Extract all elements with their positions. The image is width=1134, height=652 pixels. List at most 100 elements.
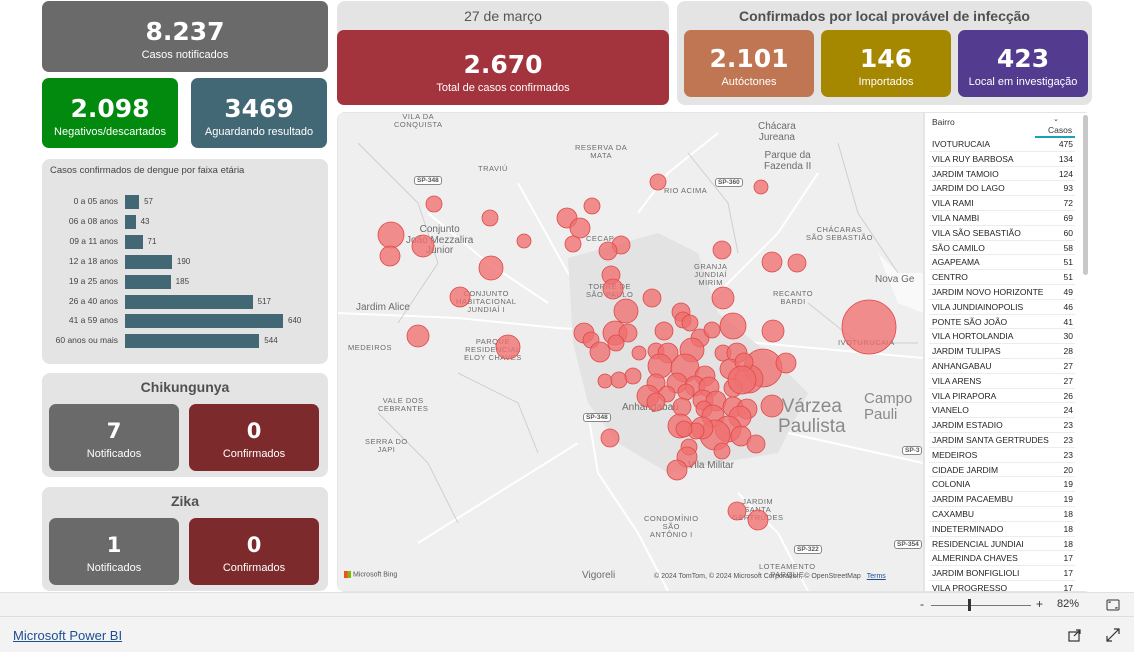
col-header-bairro[interactable]: Bairro: [932, 117, 955, 127]
table-row[interactable]: CIDADE JARDIM 20: [929, 463, 1075, 478]
chik-notified-card[interactable]: 7 Notificados: [49, 404, 179, 471]
table-row[interactable]: SÃO CAMILO 58: [929, 241, 1075, 256]
row-bairro: VIANELO: [932, 405, 969, 416]
table-row[interactable]: VILA SÃO SEBASTIÃO 60: [929, 226, 1075, 241]
importados-card[interactable]: 146 Importados: [821, 30, 951, 97]
zoom-out-button[interactable]: -: [920, 597, 924, 611]
place-ivoturucaia: IVOTURUCAIA: [838, 338, 895, 347]
table-row[interactable]: PONTE SÃO JOÃO 41: [929, 315, 1075, 330]
table-row[interactable]: JARDIM SANTA GERTRUDES 23: [929, 433, 1075, 448]
bar-mark[interactable]: [125, 254, 172, 269]
investigacao-card[interactable]: 423 Local em investigação: [958, 30, 1088, 97]
fit-page-icon[interactable]: [1106, 599, 1120, 611]
bar-value-label: 517: [257, 296, 271, 306]
bar-mark[interactable]: [125, 334, 260, 349]
sort-desc-icon[interactable]: ⌄: [1053, 115, 1059, 123]
row-casos: 26: [1063, 390, 1073, 401]
table-row[interactable]: JARDIM TULIPAS 28: [929, 344, 1075, 359]
table-row[interactable]: CAXAMBU 18: [929, 507, 1075, 522]
zoom-in-button[interactable]: +: [1036, 597, 1043, 611]
zika-panel: Zika 1 Notificados 0 Confirmados: [42, 487, 328, 591]
row-casos: 23: [1063, 435, 1073, 445]
confirmed-value: 2.670: [463, 50, 543, 79]
bar-row[interactable]: 26 a 40 anos 517: [42, 294, 328, 309]
table-row[interactable]: VILA PROGRESSO 17: [929, 581, 1075, 591]
bar-row[interactable]: 41 a 59 anos 640: [42, 314, 328, 329]
place-parque-fazenda: Parque da Fazenda II: [764, 150, 812, 172]
table-row[interactable]: JARDIM PACAEMBU 19: [929, 492, 1075, 507]
col-header-casos[interactable]: Casos: [1048, 125, 1072, 135]
table-row[interactable]: INDETERMINADO 18: [929, 522, 1075, 537]
table-row[interactable]: MEDEIROS 23: [929, 448, 1075, 463]
chik-confirmed-card[interactable]: 0 Confirmados: [189, 404, 319, 471]
row-bairro: ANHANGABAU: [932, 361, 992, 371]
table-row[interactable]: VILA JUNDIAINOPOLIS 46: [929, 300, 1075, 315]
notified-card[interactable]: 8.237 Casos notificados: [42, 1, 328, 72]
bar-mark[interactable]: [125, 234, 143, 249]
table-row[interactable]: VILA HORTOLANDIA 30: [929, 329, 1075, 345]
case-bubble-map[interactable]: VILA DA CONQUISTA TRAVIÚ RESERVA DA MATA C…: [338, 113, 923, 591]
bar-mark[interactable]: [125, 274, 171, 289]
neighborhood-table[interactable]: Bairro Casos ⌄ IVOTURUCAIA 475 VILA RUY BA…: [925, 113, 1092, 591]
bar-mark[interactable]: [125, 314, 283, 329]
bar-mark[interactable]: [125, 214, 136, 229]
row-bairro: COLONIA: [932, 479, 971, 490]
zika-notified-card[interactable]: 1 Notificados: [49, 518, 179, 585]
place-rio-acima: RIO ACIMA: [664, 186, 708, 195]
zoom-slider-thumb[interactable]: [968, 599, 971, 611]
table-row[interactable]: VILA RUY BARBOSA 134: [929, 152, 1075, 167]
credits-text: © 2024 TomTom, © 2024 Microsoft Corporat…: [654, 573, 861, 580]
table-scrollbar[interactable]: [1083, 115, 1088, 275]
infection-origin-title: Confirmados por local provável de infecç…: [739, 8, 1030, 24]
bar-row[interactable]: 19 a 25 anos 185: [42, 274, 328, 289]
autoctones-value: 2.101: [709, 44, 789, 73]
bar-row[interactable]: 09 a 11 anos 71: [42, 234, 328, 249]
fullscreen-icon[interactable]: [1106, 628, 1120, 642]
awaiting-card[interactable]: 3469 Aguardando resultado: [191, 78, 327, 148]
table-row[interactable]: AGAPEAMA 51: [929, 255, 1075, 271]
place-traviu: TRAVIÚ: [478, 164, 508, 173]
table-row[interactable]: JARDIM BONFIGLIOLI 17: [929, 566, 1075, 581]
table-row[interactable]: VILA NAMBI 69: [929, 211, 1075, 226]
table-row[interactable]: ANHANGABAU 27: [929, 359, 1075, 374]
table-row[interactable]: JARDIM NOVO HORIZONTE 49: [929, 285, 1075, 300]
row-bairro: VILA PIRAPORA: [932, 390, 997, 401]
share-icon[interactable]: [1068, 628, 1082, 642]
bar-mark[interactable]: [125, 294, 253, 309]
row-bairro: VILA SÃO SEBASTIÃO: [932, 227, 1021, 238]
bar-row[interactable]: 0 a 05 anos 57: [42, 195, 328, 209]
row-bairro: CIDADE JARDIM: [932, 464, 999, 475]
zika-confirmed-card[interactable]: 0 Confirmados: [189, 518, 319, 585]
table-row[interactable]: JARDIM DO LAGO 93: [929, 181, 1075, 197]
table-row[interactable]: CENTRO 51: [929, 270, 1075, 285]
bar-row[interactable]: 60 anos ou mais 544: [42, 334, 328, 349]
negative-value: 2.098: [70, 94, 150, 123]
terms-link[interactable]: Terms: [867, 573, 886, 580]
bar-mark[interactable]: [125, 195, 140, 209]
table-row[interactable]: JARDIM TAMOIO 124: [929, 167, 1075, 182]
negative-card[interactable]: 2.098 Negativos/descartados: [42, 78, 178, 148]
table-row[interactable]: ALMERINDA CHAVES 17: [929, 551, 1075, 567]
table-row[interactable]: VIANELO 24: [929, 403, 1075, 419]
row-bairro: PONTE SÃO JOÃO: [932, 316, 1008, 327]
autoctones-card[interactable]: 2.101 Autóctones: [684, 30, 814, 97]
notified-value: 8.237: [145, 17, 225, 46]
table-row[interactable]: VILA ARENS 27: [929, 374, 1075, 389]
table-row[interactable]: IVOTURUCAIA 475: [929, 137, 1075, 152]
chik-confirmed-value: 0: [246, 419, 262, 443]
table-row[interactable]: RESIDENCIAL JUNDIAI 18: [929, 537, 1075, 552]
table-row[interactable]: VILA PIRAPORA 26: [929, 389, 1075, 404]
table-row[interactable]: COLONIA 19: [929, 477, 1075, 493]
table-row[interactable]: VILA RAMI 72: [929, 196, 1075, 211]
bar-row[interactable]: 06 a 08 anos 43: [42, 214, 328, 229]
infection-origin-panel: Confirmados por local provável de infecç…: [677, 1, 1092, 105]
confirmed-card[interactable]: 2.670 Total de casos confirmados: [337, 30, 669, 105]
place-jardim-gertrudes: JARDIM SANTA GERTRUDES: [732, 497, 784, 522]
table-row[interactable]: JARDIM ESTADIO 23: [929, 418, 1075, 433]
zoom-slider-track[interactable]: [931, 605, 1031, 606]
zika-confirmed-value: 0: [246, 533, 262, 557]
bar-row[interactable]: 12 a 18 anos 190: [42, 254, 328, 269]
powerbi-link[interactable]: Microsoft Power BI: [13, 628, 122, 643]
row-bairro: CAXAMBU: [932, 509, 975, 519]
row-bairro: VILA ARENS: [932, 375, 982, 386]
